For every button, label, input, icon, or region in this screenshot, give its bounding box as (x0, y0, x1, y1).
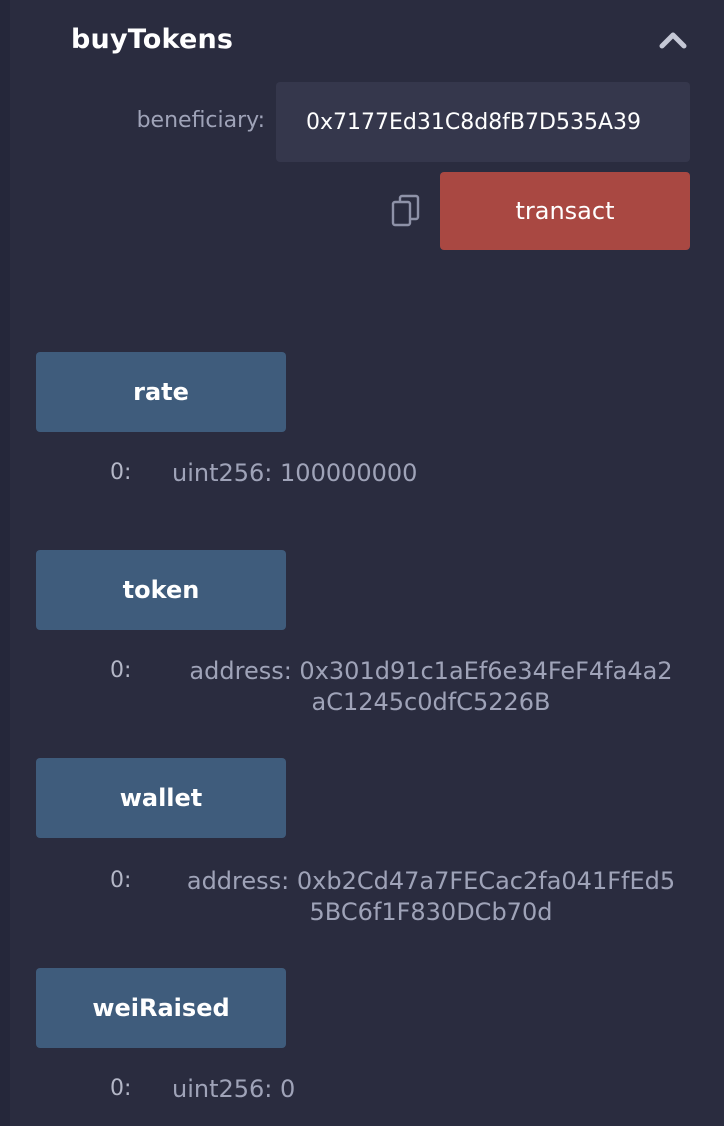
panel-left-edge (0, 0, 10, 1126)
output-value-wallet-line1: address: 0xb2Cd47a7FECac2fa041FfEd5 (186, 867, 676, 895)
output-value-token-line2: aC1245c0dfC5226B (311, 688, 551, 716)
copy-calldata-button[interactable] (391, 194, 421, 228)
beneficiary-input[interactable] (276, 82, 690, 162)
output-index-wallet: 0: (110, 868, 132, 893)
output-value-token-line1: address: 0x301d91c1aEf6e34FeF4fa4a2 (189, 657, 673, 685)
transact-button[interactable]: transact (440, 172, 690, 250)
call-button-wallet[interactable]: wallet (36, 758, 286, 838)
output-value-rate: uint256: 100000000 (172, 459, 418, 487)
call-button-rate[interactable]: rate (36, 352, 286, 432)
output-index-weiraised: 0: (110, 1076, 132, 1101)
collapse-button[interactable] (656, 24, 690, 58)
clipboard-copy-icon (391, 194, 420, 227)
output-value-wallet-line2: 5BC6f1F830DCb70d (309, 898, 553, 926)
call-button-weiraised[interactable]: weiRaised (36, 968, 286, 1048)
chevron-up-icon (659, 32, 687, 49)
call-button-token[interactable]: token (36, 550, 286, 630)
beneficiary-label: beneficiary: (136, 108, 265, 133)
output-index-token: 0: (110, 658, 132, 683)
function-title-buytokens: buyTokens (71, 24, 234, 55)
output-value-token: address: 0x301d91c1aEf6e34FeF4fa4a2 aC12… (170, 656, 692, 718)
output-value-weiraised: uint256: 0 (172, 1075, 296, 1103)
output-index-rate: 0: (110, 460, 132, 485)
output-value-wallet: address: 0xb2Cd47a7FECac2fa041FfEd5 5BC6… (168, 866, 694, 928)
